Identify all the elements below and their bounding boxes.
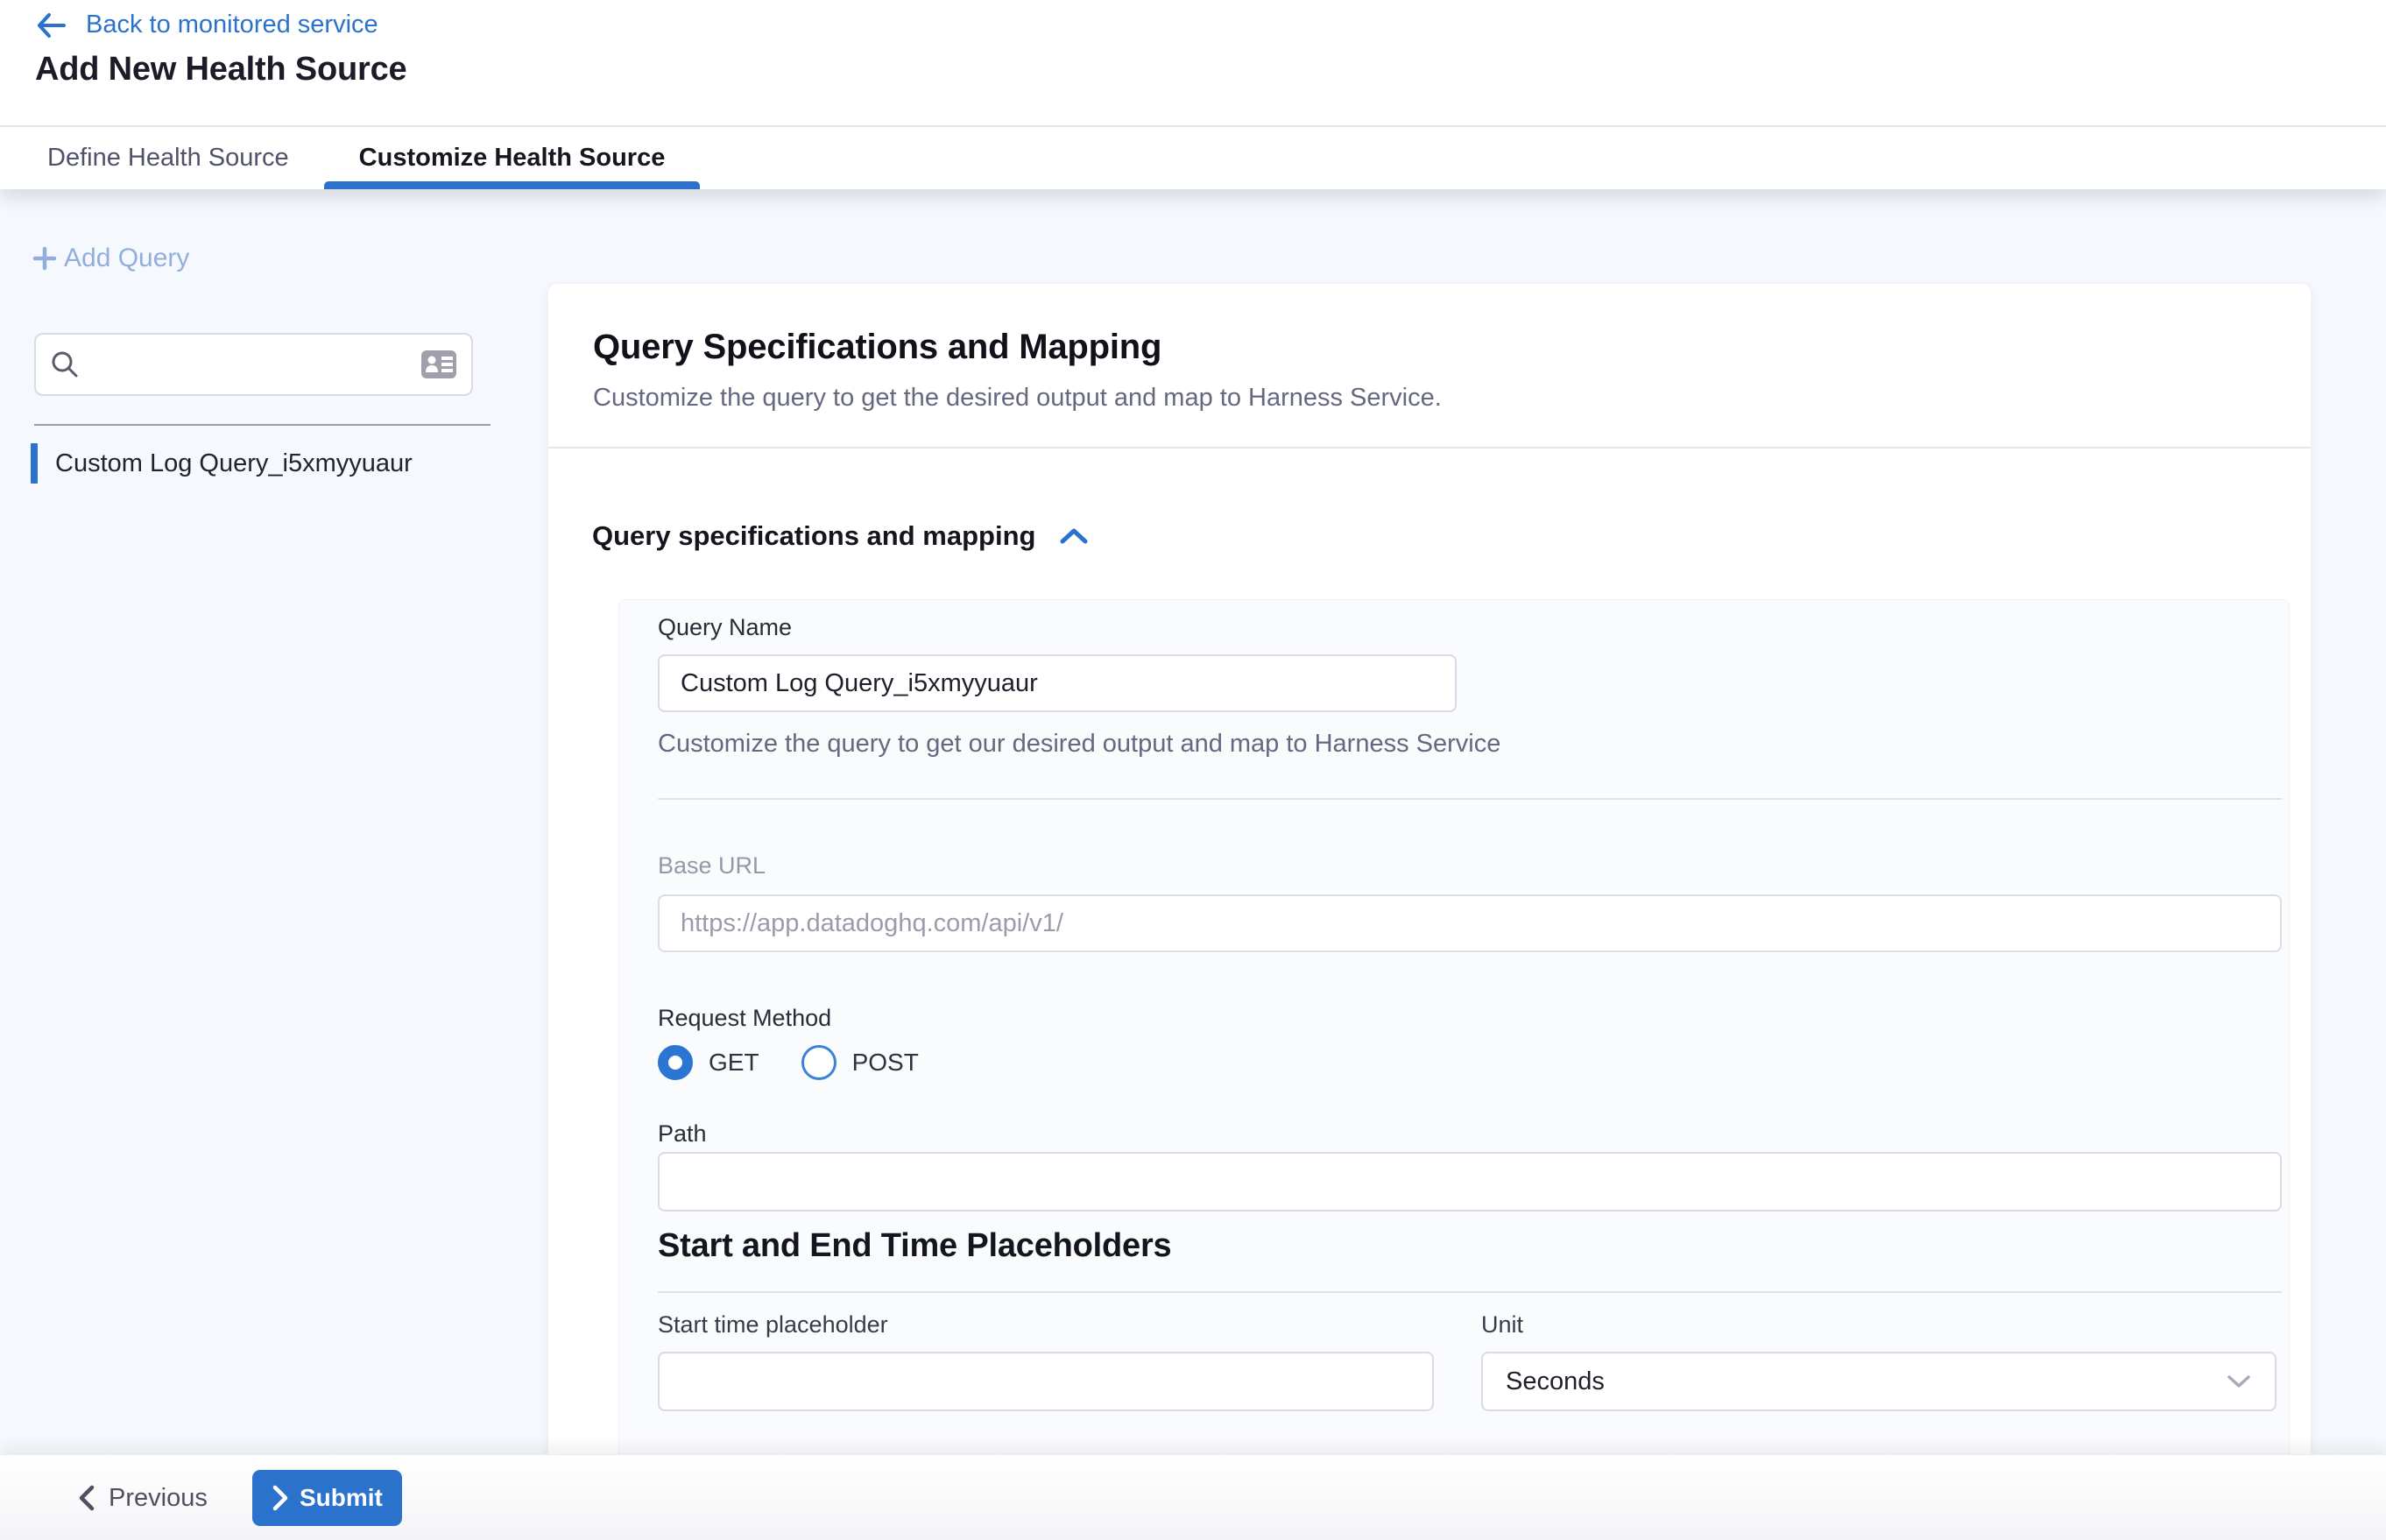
query-search-box	[34, 333, 473, 396]
query-search-input[interactable]	[92, 350, 420, 378]
path-input[interactable]	[658, 1152, 2282, 1212]
chevron-left-icon	[77, 1484, 96, 1512]
back-link-label: Back to monitored service	[86, 11, 378, 39]
radio-option-get[interactable]: GET	[658, 1045, 759, 1080]
start-time-placeholder-input[interactable]	[658, 1352, 1434, 1411]
tab-define-health-source[interactable]: Define Health Source	[12, 127, 324, 189]
radio-unselected-icon[interactable]	[801, 1045, 837, 1080]
plus-icon	[31, 244, 59, 272]
request-method-radio-group: GET POST	[658, 1045, 919, 1080]
unit-select-value: Seconds	[1506, 1367, 1605, 1396]
active-tab-underline	[324, 181, 701, 189]
query-name-input[interactable]	[658, 654, 1457, 712]
start-time-placeholder-label: Start time placeholder	[658, 1311, 888, 1339]
query-name-helper: Customize the query to get our desired o…	[658, 730, 1500, 759]
field-divider	[658, 798, 2282, 800]
query-list-item[interactable]: Custom Log Query_i5xmyyuaur	[31, 442, 538, 485]
query-item-label: Custom Log Query_i5xmyyuaur	[55, 449, 413, 478]
base-url-label: Base URL	[658, 852, 766, 879]
action-footer: Previous Submit	[0, 1454, 2386, 1540]
search-icon	[50, 350, 80, 379]
add-query-button[interactable]: Add Query	[31, 244, 189, 273]
main-panel: Query Specifications and Mapping Customi…	[548, 284, 2311, 1454]
panel-heading: Query Specifications and Mapping	[593, 328, 1161, 367]
radio-selected-icon[interactable]	[658, 1045, 693, 1080]
section-title: Query specifications and mapping	[592, 520, 1035, 552]
tab-bar: Define Health Source Customize Health So…	[0, 125, 2386, 189]
query-list: Custom Log Query_i5xmyyuaur	[31, 442, 538, 485]
tab-label: Define Health Source	[47, 144, 289, 173]
field-divider	[658, 1291, 2282, 1293]
previous-button[interactable]: Previous	[77, 1455, 208, 1540]
unit-select[interactable]: Seconds	[1481, 1352, 2277, 1411]
radio-get-label: GET	[709, 1049, 759, 1077]
selected-item-indicator	[31, 443, 38, 484]
contact-card-icon[interactable]	[420, 350, 457, 379]
chevron-down-icon	[2226, 1373, 2252, 1390]
time-placeholders-heading: Start and End Time Placeholders	[658, 1227, 1172, 1265]
request-method-label: Request Method	[658, 1005, 831, 1032]
chevron-up-icon[interactable]	[1058, 526, 1090, 547]
panel-divider	[548, 447, 2311, 449]
previous-label: Previous	[109, 1484, 208, 1513]
base-url-input[interactable]	[658, 894, 2282, 952]
page-title: Add New Health Source	[35, 51, 406, 88]
submit-label: Submit	[300, 1484, 383, 1512]
radio-post-label: POST	[852, 1049, 919, 1077]
panel-subheading: Customize the query to get the desired o…	[593, 384, 1442, 413]
tab-customize-health-source[interactable]: Customize Health Source	[324, 127, 701, 189]
screen: Back to monitored service Add New Health…	[0, 0, 2386, 1540]
path-label: Path	[658, 1120, 707, 1148]
back-to-monitored-service-link[interactable]: Back to monitored service	[35, 11, 378, 39]
section-toggle-row[interactable]: Query specifications and mapping	[592, 520, 1090, 552]
unit-label: Unit	[1481, 1311, 1523, 1339]
submit-button[interactable]: Submit	[252, 1470, 402, 1526]
page-header: Back to monitored service Add New Health…	[0, 0, 2386, 189]
radio-option-post[interactable]: POST	[801, 1045, 919, 1080]
sidebar-divider	[34, 424, 491, 426]
content-area: Add Query Custom Log	[0, 189, 2386, 1454]
tab-label: Customize Health Source	[359, 144, 666, 173]
query-name-label: Query Name	[658, 614, 792, 641]
arrow-left-icon	[35, 11, 67, 39]
chevron-right-icon	[272, 1485, 289, 1511]
query-form-card: Query Name Customize the query to get ou…	[618, 599, 2290, 1454]
add-query-label: Add Query	[64, 244, 189, 273]
